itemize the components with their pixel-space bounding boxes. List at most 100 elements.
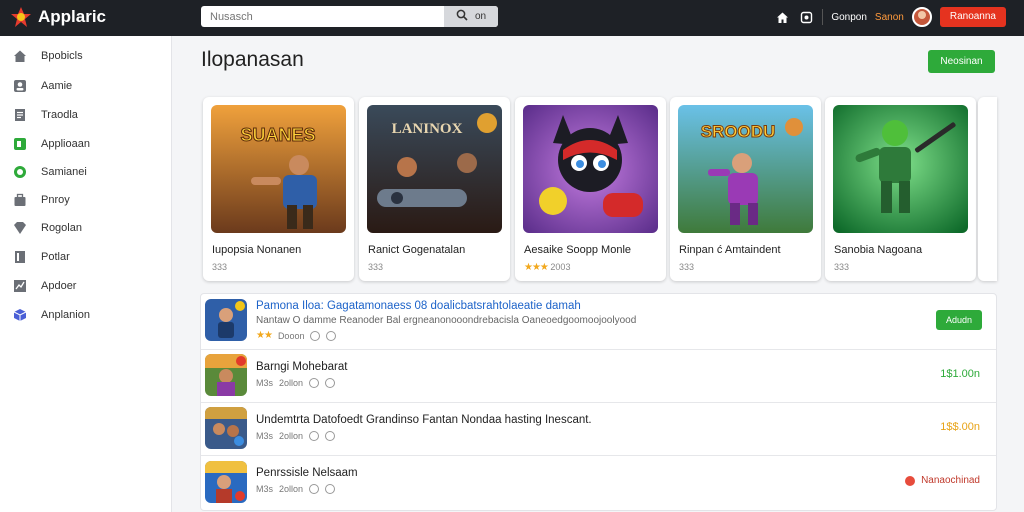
cube-icon: [12, 307, 28, 323]
list-item-action-button[interactable]: Adudn: [936, 310, 982, 330]
list-item-meta: ★★ Dooon: [256, 330, 337, 341]
list-item-title[interactable]: Pamona Iloa: Gagatamonaess 08 doalicbats…: [256, 300, 581, 312]
search-button[interactable]: on: [444, 6, 498, 27]
primary-action-button[interactable]: Neosinan: [928, 50, 995, 73]
sidebar-item-label: Bpobicls: [41, 50, 83, 62]
alert-icon: [905, 475, 916, 486]
sidebar-item-label: Apdoer: [41, 280, 77, 292]
app-logo[interactable]: Applaric: [10, 6, 106, 28]
list-item-meta-prefix: M3s: [256, 484, 274, 494]
sidebar-item-label: Samianei: [41, 166, 87, 178]
comment-icon: [325, 431, 336, 441]
sidebar-item-apps[interactable]: Applioaan: [0, 131, 172, 157]
header-link[interactable]: Sanon: [875, 12, 904, 23]
list-item-meta-value: 2ollon: [279, 378, 304, 388]
app-thumbnail: [205, 461, 247, 503]
logo-icon: [10, 6, 32, 28]
featured-card[interactable]: Aesaike Soopp Monle ★★★ 2003: [515, 97, 666, 281]
list-item-meta-prefix: M3s: [256, 431, 274, 441]
card-title: Ranict Gogenatalan: [368, 244, 466, 256]
download-icon: [309, 378, 320, 388]
sidebar-item-label: Potlar: [41, 251, 70, 263]
list-item-price[interactable]: 1$1.00n: [940, 368, 980, 380]
sidebar-item-bag[interactable]: Pnroy: [0, 187, 172, 213]
game-art: SROODU: [678, 105, 813, 233]
download-icon: [310, 330, 321, 341]
sidebar-item-person[interactable]: Aamie: [0, 73, 172, 99]
top-bar: Applaric on Gonpon Sanon Ranoanna: [0, 0, 1024, 36]
person-icon: [12, 78, 28, 94]
app-name: Applaric: [38, 7, 107, 26]
home-icon: [12, 48, 28, 64]
search-bar: on: [201, 6, 498, 27]
header-link[interactable]: Gonpon: [831, 12, 867, 23]
list-item-status-label: Nanaochinad: [921, 475, 980, 486]
game-art: [523, 105, 658, 233]
rating-stars: ★★: [256, 330, 273, 341]
list-item-meta-prefix: M3s: [256, 378, 274, 388]
list-item-meta: M3s 2ollon: [256, 484, 336, 494]
sidebar-item-check[interactable]: Samianei: [0, 159, 172, 185]
header-cta-button[interactable]: Ranoanna: [939, 7, 1006, 27]
card-meta-value: 2003: [550, 262, 571, 272]
list-item-meta-value: 2ollon: [279, 484, 304, 494]
card-meta: 333: [212, 262, 228, 272]
bag-icon: [12, 192, 28, 208]
list-item-meta: M3s 2ollon: [256, 431, 336, 441]
app-list: Pamona Iloa: Gagatamonaess 08 doalicbats…: [200, 293, 997, 511]
game-art-text: LANINOX: [392, 121, 463, 137]
sidebar-item-diamond[interactable]: Rogolan: [0, 215, 172, 241]
featured-card[interactable]: SROODU Rinpan ć Amtaindent 333: [670, 97, 821, 281]
list-item[interactable]: Pamona Iloa: Gagatamonaess 08 doalicbats…: [201, 294, 996, 350]
list-item-meta-value: 2ollon: [279, 431, 304, 441]
sidebar-item-label: Traodla: [41, 109, 78, 121]
list-item-status[interactable]: Nanaochinad: [905, 475, 980, 486]
card-meta: 333: [368, 262, 384, 272]
list-item-price[interactable]: 1$$.00n: [940, 421, 980, 433]
search-icon: [456, 9, 468, 24]
sidebar-item-label: Anplanion: [41, 309, 90, 321]
list-item-title[interactable]: Undemtrta Datofoedt Grandinso Fantan Non…: [256, 414, 592, 426]
divider: [822, 9, 824, 25]
sidebar: Bpobicls Aamie Traodla Applioaan Samiane…: [0, 36, 172, 512]
featured-card[interactable]: LANINOX Ranict Gogenatalan 333: [359, 97, 510, 281]
list-item-meta-value: Dooon: [277, 330, 305, 341]
avatar[interactable]: [911, 7, 932, 27]
list-item[interactable]: Barngi Mohebarat M3s 2ollon 1$1.00n: [201, 350, 996, 403]
sidebar-item-label: Rogolan: [41, 222, 82, 234]
sidebar-item-home[interactable]: Bpobicls: [0, 43, 172, 69]
search-input[interactable]: [201, 6, 443, 27]
chart-icon: [12, 278, 28, 294]
featured-card[interactable]: Sanobia Nagoana 333: [825, 97, 976, 281]
card-meta: 333: [679, 262, 695, 272]
search-button-label: on: [474, 11, 487, 22]
card-title: Sanobia Nagoana: [834, 244, 923, 256]
sidebar-item-chart[interactable]: Apdoer: [0, 273, 172, 299]
document-icon: [12, 107, 28, 123]
sidebar-item-label: Aamie: [41, 80, 73, 92]
sidebar-item-file[interactable]: Potlar: [0, 244, 172, 270]
notification-icon[interactable]: [798, 9, 814, 25]
app-thumbnail: [205, 407, 247, 449]
list-item[interactable]: Penrssisle Nelsaam M3s 2ollon Nanaochina…: [201, 456, 996, 510]
home-icon[interactable]: [774, 9, 790, 25]
list-item-title[interactable]: Barngi Mohebarat: [256, 361, 347, 373]
comment-icon: [325, 378, 336, 388]
sidebar-item-label: Applioaan: [41, 138, 90, 150]
card-title: Iupopsia Nonanen: [212, 244, 302, 256]
file-icon: [12, 249, 28, 265]
game-art: LANINOX: [367, 105, 502, 233]
sidebar-item-document[interactable]: Traodla: [0, 102, 172, 128]
top-actions: Gonpon Sanon Ranoanna: [774, 6, 1006, 28]
game-art-text: SROODU: [701, 122, 776, 141]
list-item-title[interactable]: Penrssisle Nelsaam: [256, 467, 358, 479]
sidebar-item-cube[interactable]: Anplanion: [0, 302, 172, 328]
featured-card[interactable]: SUANES Iupopsia Nonanen 333: [203, 97, 354, 281]
comment-icon: [325, 484, 336, 494]
page-title: Ilopanasan: [201, 48, 304, 71]
featured-card-next[interactable]: [978, 97, 997, 281]
list-item[interactable]: Undemtrta Datofoedt Grandinso Fantan Non…: [201, 403, 996, 456]
diamond-icon: [12, 220, 28, 236]
list-item-meta: M3s 2ollon: [256, 378, 336, 388]
comment-icon: [326, 330, 337, 341]
